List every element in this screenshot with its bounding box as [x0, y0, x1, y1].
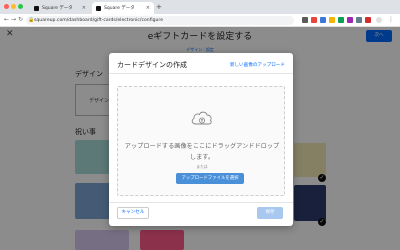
minimize-window-button[interactable] [11, 4, 16, 9]
browser-tab-active[interactable]: Square データ × [92, 2, 154, 14]
address-bar[interactable]: 🔒 squareup.com/dashboard/gift-cards/elec… [26, 16, 294, 25]
menu-icon[interactable]: ⋮ [388, 17, 394, 23]
extension-icon[interactable] [320, 17, 326, 23]
close-tab-icon[interactable]: × [146, 5, 150, 11]
maximize-window-button[interactable] [18, 4, 23, 9]
divider [109, 202, 293, 203]
url-text: squareup.com/dashboard/gift-cards/electr… [34, 18, 164, 23]
profile-avatar[interactable] [376, 17, 382, 23]
new-image-upload-link[interactable]: 新しい画像のアップロード [230, 62, 285, 68]
browser-tab-bar: Square データ × Square データ × + [0, 0, 400, 14]
save-button[interactable]: 保存 [257, 207, 283, 219]
extension-icon[interactable] [365, 17, 371, 23]
extension-icon[interactable] [311, 17, 317, 23]
tab-title: Square データ [104, 6, 135, 11]
new-tab-button[interactable]: + [156, 3, 162, 11]
select-upload-file-button[interactable]: アップロードファイルを選択 [176, 173, 244, 184]
window-controls [4, 4, 23, 9]
close-tab-icon[interactable]: × [82, 5, 86, 11]
cancel-button[interactable]: キャンセル [117, 207, 149, 219]
extension-icon[interactable] [329, 17, 335, 23]
dropzone-instructions: アップロードする画像をここにドラッグアンドドロップします。 [124, 143, 280, 161]
square-favicon-icon [34, 5, 39, 11]
back-icon[interactable]: ← [4, 16, 9, 23]
tab-title: Square データ [42, 6, 73, 11]
modal-title: カードデザインの作成 [117, 61, 187, 69]
lock-icon: 🔒 [28, 17, 35, 23]
image-dropzone[interactable]: アップロードする画像をここにドラッグアンドドロップします。 または アップロード… [117, 86, 285, 196]
extension-icon[interactable] [356, 17, 362, 23]
cloud-upload-icon [191, 111, 212, 125]
extension-icon[interactable] [302, 17, 308, 23]
browser-tab[interactable]: Square データ × [30, 2, 90, 14]
or-separator: または [196, 164, 208, 169]
divider [109, 73, 293, 74]
forward-icon[interactable]: → [11, 16, 16, 23]
square-favicon-icon [96, 5, 101, 11]
browser-toolbar: ← → ↻ 🔒 squareup.com/dashboard/gift-card… [0, 14, 400, 27]
card-design-modal: カードデザインの作成 新しい画像のアップロード アップロードする画像をここにドラ… [109, 53, 293, 226]
extension-icon[interactable] [338, 17, 344, 23]
close-window-button[interactable] [4, 4, 9, 9]
reload-icon[interactable]: ↻ [18, 16, 23, 23]
extension-icon[interactable] [347, 17, 353, 23]
